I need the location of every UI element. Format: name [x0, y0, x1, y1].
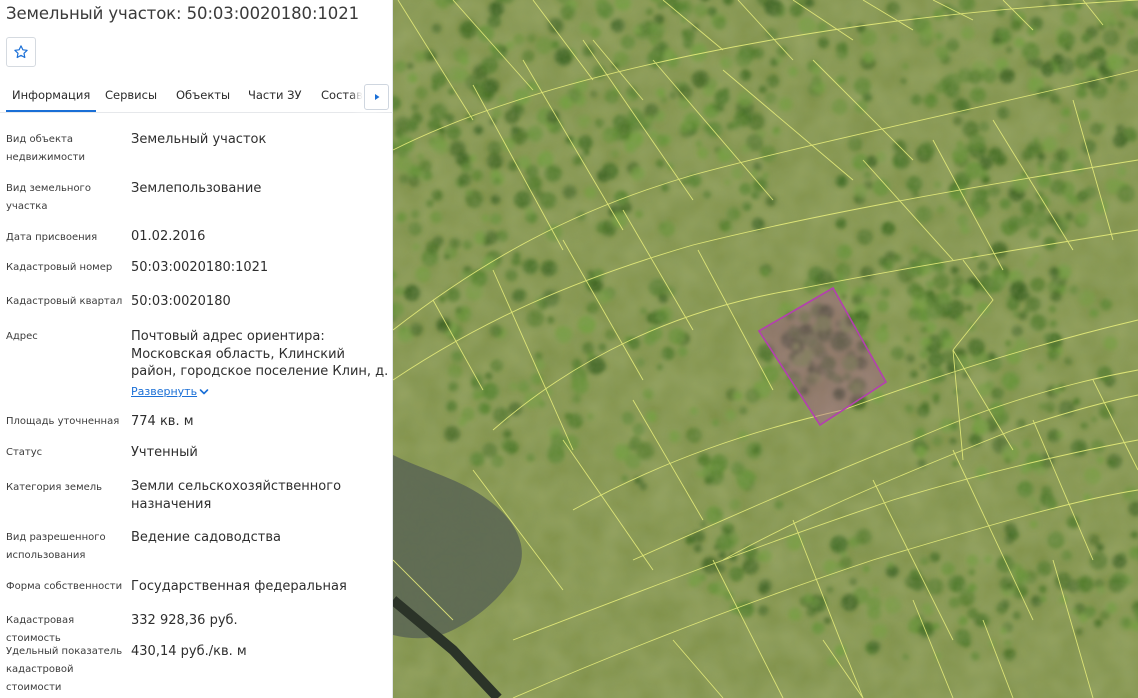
label-status: Статус [6, 447, 43, 458]
tab-services[interactable]: Сервисы [105, 88, 157, 102]
value-specific-value: 430,14 руб./кв. м [131, 644, 247, 659]
value-land-kind: Землепользование [131, 181, 262, 196]
label-land-kind: Вид земельного участка [6, 183, 91, 212]
star-outline-icon [14, 45, 28, 59]
label-cadastral-number: Кадастровый номер [6, 262, 113, 273]
satellite-map[interactable] [393, 0, 1138, 698]
value-status: Учтенный [131, 445, 198, 460]
chevron-down-icon[interactable] [199, 385, 209, 399]
expand-address-link[interactable]: Развернуть [131, 385, 197, 398]
value-ownership: Государственная федеральная [131, 579, 347, 594]
tab-objects[interactable]: Объекты [176, 88, 230, 102]
triangle-right-icon [374, 94, 379, 100]
label-area: Площадь уточненная [6, 416, 120, 427]
value-cadastral-quarter: 50:03:0020180 [131, 294, 231, 309]
label-cadastral-quarter: Кадастровый квартал [6, 296, 123, 307]
label-object-type: Вид объекта недвижимости [6, 134, 85, 163]
favorite-button[interactable] [6, 37, 36, 67]
label-land-category: Категория земель [6, 482, 103, 493]
label-assigned-date: Дата присвоения [6, 232, 98, 243]
label-permitted-use: Вид разрешенного использования [6, 532, 106, 561]
tab-information[interactable]: Информация [5, 88, 97, 112]
label-address: Адрес [6, 331, 38, 342]
value-address: Почтовый адрес ориентира: Московская обл… [131, 329, 389, 379]
value-assigned-date: 01.02.2016 [131, 229, 206, 244]
label-specific-value: Удельный показатель кадастровой стоимости [6, 646, 123, 693]
value-cadastral-number: 50:03:0020180:1021 [131, 260, 269, 275]
value-area: 774 кв. м [131, 414, 194, 429]
value-land-category: Земли сельскохозяйственного назначения [131, 479, 342, 512]
info-panel: Земельный участок: 50:03:0020180:1021 Ин… [0, 0, 393, 698]
page-title: Земельный участок: 50:03:0020180:1021 [6, 4, 360, 23]
value-permitted-use: Ведение садоводства [131, 530, 281, 545]
label-ownership: Форма собственности [6, 581, 123, 592]
value-object-type: Земельный участок [131, 132, 267, 147]
tab-parcel-parts[interactable]: Части ЗУ [248, 88, 301, 102]
value-cadastral-value: 332 928,36 руб. [131, 613, 238, 628]
tab-bar: Информация Сервисы Объекты Части ЗУ Сост… [0, 80, 392, 113]
tabs-next-button[interactable] [364, 84, 389, 110]
map-canvas[interactable] [393, 0, 1138, 698]
